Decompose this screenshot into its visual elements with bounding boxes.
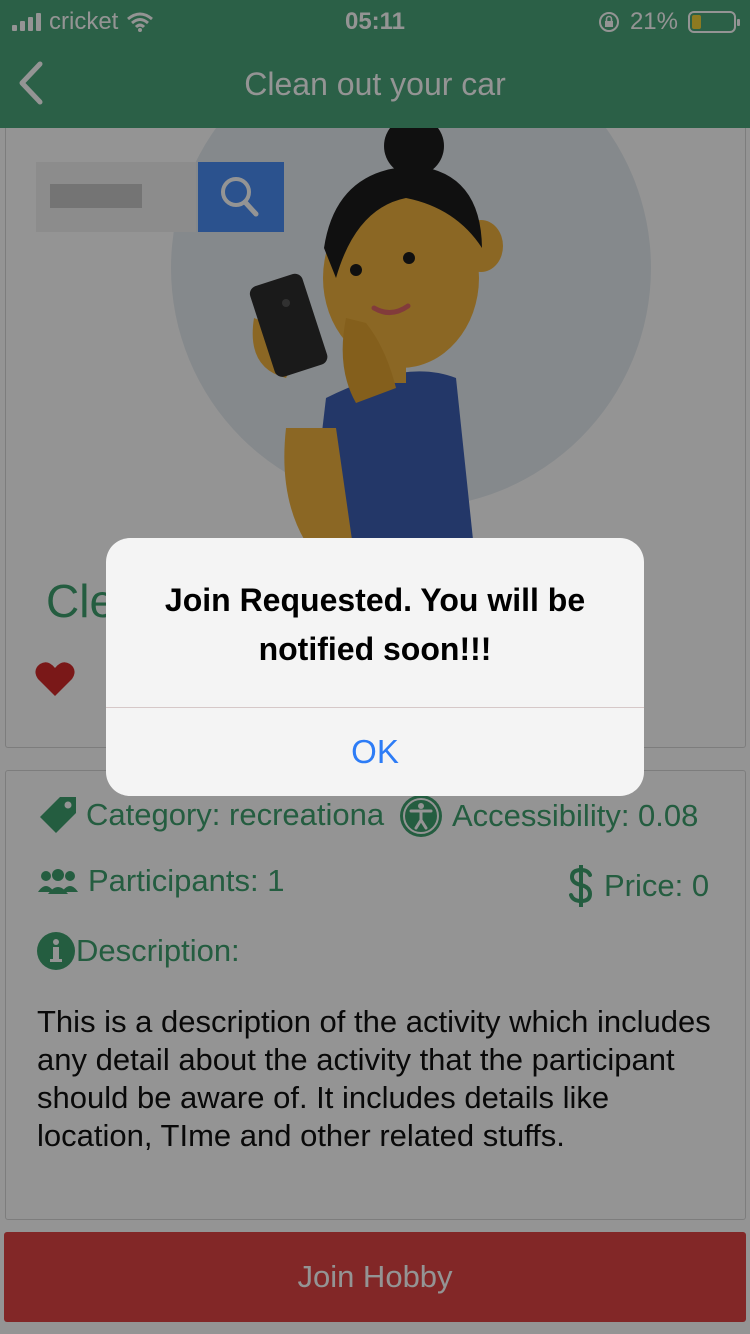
- ok-button[interactable]: OK: [106, 708, 644, 796]
- alert-message: Join Requested. You will be notified soo…: [164, 582, 586, 667]
- alert-dialog: Join Requested. You will be notified soo…: [106, 538, 644, 796]
